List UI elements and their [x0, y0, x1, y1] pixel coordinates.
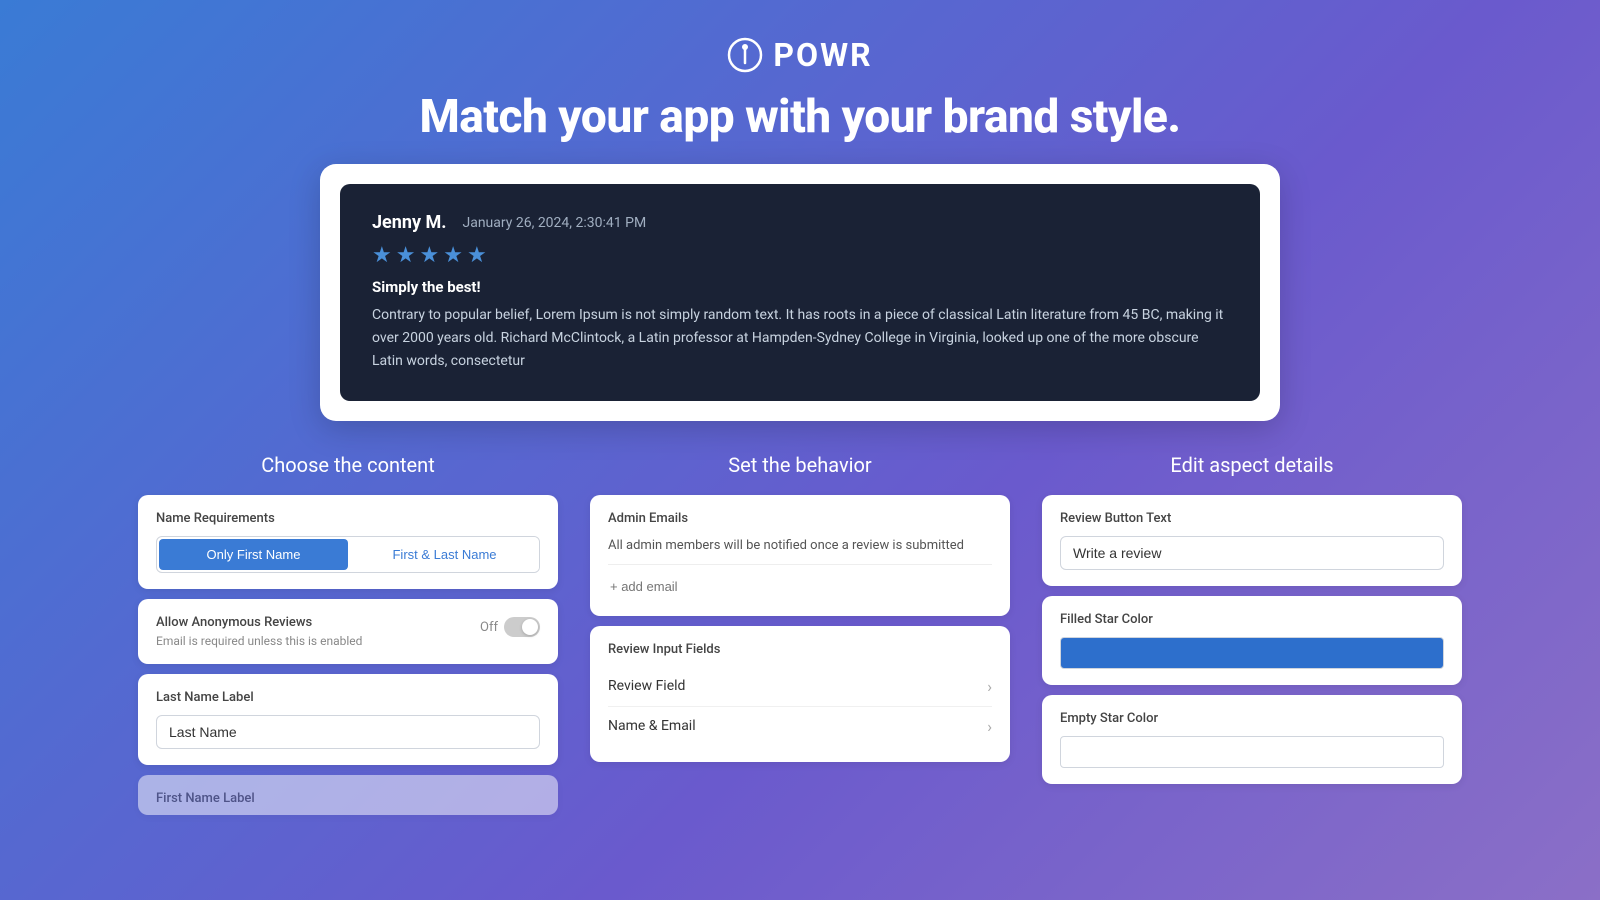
admin-emails-panel: Admin Emails All admin members will be n… [590, 495, 1010, 616]
content-column: Choose the content Name Requirements Onl… [138, 453, 558, 825]
last-name-input[interactable] [156, 715, 540, 749]
add-email-input[interactable] [608, 573, 992, 600]
logo-text: POWR [773, 36, 872, 74]
columns: Choose the content Name Requirements Onl… [0, 421, 1600, 825]
logo-row: POWR [0, 36, 1600, 74]
filled-star-color-label: Filled Star Color [1060, 612, 1444, 627]
star-rating: ★ ★ ★ ★ ★ [372, 243, 1228, 268]
review-card: Jenny M. January 26, 2024, 2:30:41 PM ★ … [340, 184, 1260, 401]
star-4: ★ [443, 243, 463, 268]
star-1: ★ [372, 243, 392, 268]
aspect-column: Edit aspect details Review Button Text F… [1042, 453, 1462, 825]
first-last-name-button[interactable]: First & Last Name [350, 537, 539, 572]
anonymous-toggle[interactable]: Off [480, 617, 540, 637]
toggle-switch-control[interactable] [504, 617, 540, 637]
review-field-row[interactable]: Review Field › [608, 667, 992, 707]
filled-star-color-swatch[interactable] [1060, 637, 1444, 669]
headline: Match your app with your brand style. [0, 90, 1600, 144]
aspect-column-title: Edit aspect details [1042, 453, 1462, 477]
behavior-column-title: Set the behavior [590, 453, 1010, 477]
name-requirements-buttons: Only First Name First & Last Name [156, 536, 540, 573]
last-name-label: Last Name Label [156, 690, 540, 705]
review-input-fields-label: Review Input Fields [608, 642, 992, 657]
powr-logo-icon [727, 37, 763, 73]
name-email-label: Name & Email [608, 718, 696, 734]
first-name-label: First Name Label [156, 791, 540, 806]
star-5: ★ [467, 243, 487, 268]
toggle-off-text: Off [480, 620, 498, 635]
behavior-column: Set the behavior Admin Emails All admin … [590, 453, 1010, 825]
filled-star-color-panel: Filled Star Color [1042, 596, 1462, 685]
review-field-label: Review Field [608, 678, 685, 694]
review-field-chevron: › [987, 677, 992, 696]
reviewer-name: Jenny M. [372, 212, 446, 233]
name-email-row[interactable]: Name & Email › [608, 707, 992, 746]
star-3: ★ [419, 243, 439, 268]
empty-star-color-label: Empty Star Color [1060, 711, 1444, 726]
review-meta: Jenny M. January 26, 2024, 2:30:41 PM [372, 212, 1228, 233]
star-2: ★ [396, 243, 416, 268]
last-name-label-panel: Last Name Label [138, 674, 558, 765]
name-requirements-label: Name Requirements [156, 511, 540, 526]
review-button-text-panel: Review Button Text [1042, 495, 1462, 586]
name-email-chevron: › [987, 717, 992, 736]
anonymous-toggle-row: Allow Anonymous Reviews Email is require… [156, 615, 540, 648]
first-name-label-panel: First Name Label [138, 775, 558, 815]
admin-divider [608, 564, 992, 565]
name-requirements-panel: Name Requirements Only First Name First … [138, 495, 558, 589]
switch-knob [522, 619, 538, 635]
preview-wrapper: Jenny M. January 26, 2024, 2:30:41 PM ★ … [320, 164, 1280, 421]
review-title: Simply the best! [372, 278, 1228, 296]
anonymous-label-wrap: Allow Anonymous Reviews Email is require… [156, 615, 362, 648]
only-first-name-button[interactable]: Only First Name [159, 539, 348, 570]
admin-emails-label: Admin Emails [608, 511, 992, 526]
header: POWR Match your app with your brand styl… [0, 0, 1600, 164]
review-date: January 26, 2024, 2:30:41 PM [462, 215, 646, 231]
review-button-text-label: Review Button Text [1060, 511, 1444, 526]
review-input-fields-panel: Review Input Fields Review Field › Name … [590, 626, 1010, 762]
review-button-text-input[interactable] [1060, 536, 1444, 570]
admin-emails-desc: All admin members will be notified once … [608, 536, 992, 556]
review-body: Contrary to popular belief, Lorem Ipsum … [372, 304, 1228, 373]
anonymous-label: Allow Anonymous Reviews [156, 615, 362, 630]
anonymous-sublabel: Email is required unless this is enabled [156, 634, 362, 648]
empty-star-color-swatch[interactable] [1060, 736, 1444, 768]
empty-star-color-panel: Empty Star Color [1042, 695, 1462, 784]
content-column-title: Choose the content [138, 453, 558, 477]
anonymous-reviews-panel: Allow Anonymous Reviews Email is require… [138, 599, 558, 664]
